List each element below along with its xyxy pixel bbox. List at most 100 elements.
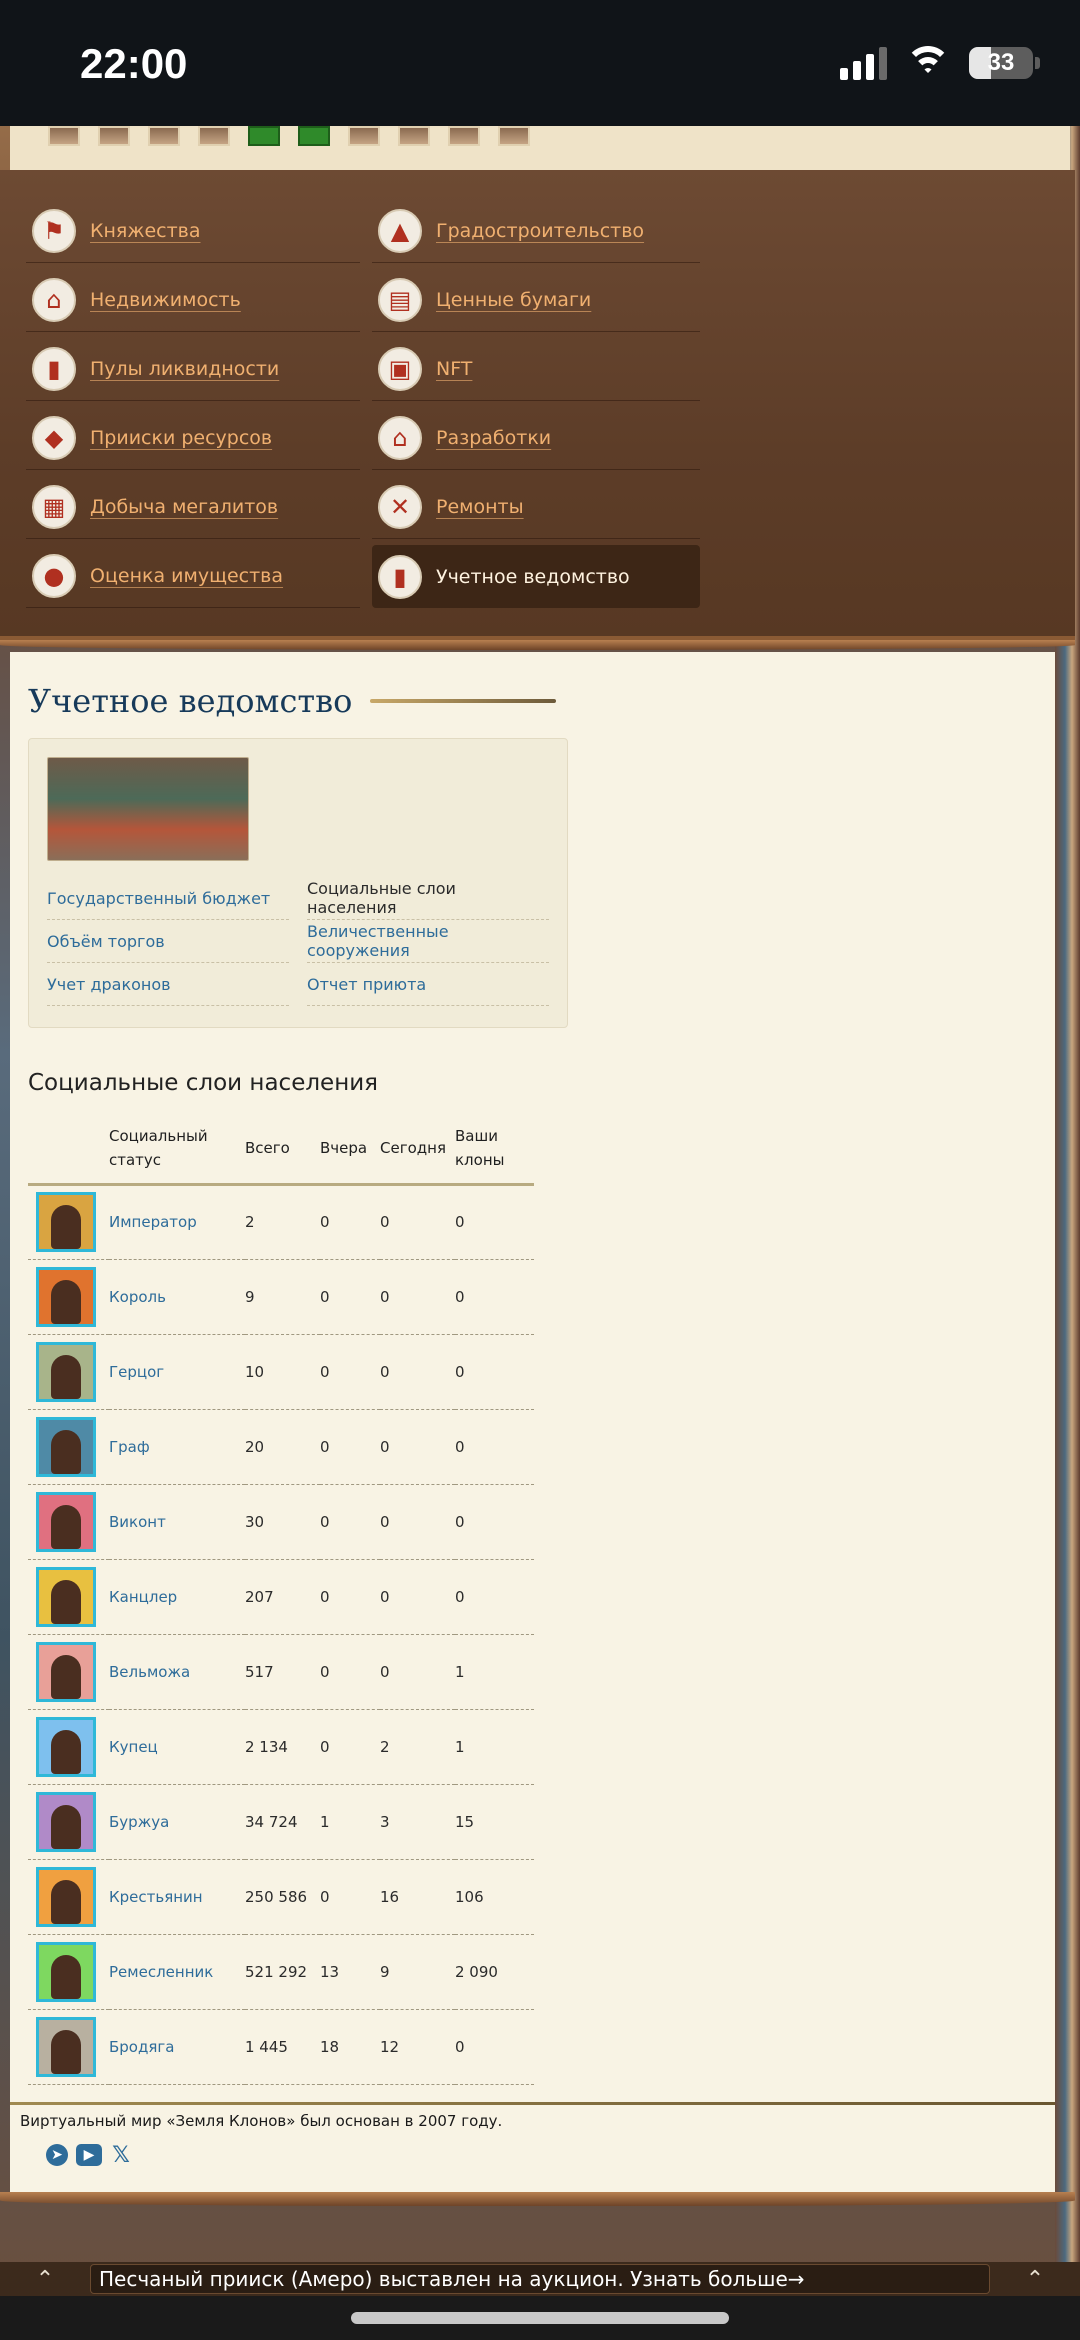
mini-avatar[interactable]: [498, 126, 530, 146]
avatar[interactable]: [36, 1641, 96, 1702]
stone-blocks-icon: ▦: [32, 485, 76, 529]
ticker-message[interactable]: Песчаный прииск (Амеро) выставлен на аук…: [90, 2264, 990, 2294]
mini-avatar[interactable]: [448, 126, 480, 146]
table-row: Крестьянин 250 586 0 16 106: [28, 1859, 534, 1935]
report-link: Социальные слои населения: [307, 877, 549, 920]
table-body: Император 2 0 0 0 Король 9 0 0 0 Герцог 10 0 0 0 Граф 20…: [28, 1184, 534, 2085]
yours-cell: 1: [455, 1634, 534, 1710]
menu-item[interactable]: ⌂ Недвижимость: [26, 269, 360, 332]
footer-text: Виртуальный мир «Земля Клонов» был основ…: [20, 2112, 503, 2130]
status-link[interactable]: Ремесленник: [109, 1963, 213, 1981]
status-link[interactable]: Виконт: [109, 1513, 166, 1531]
population-table: Социальный статус Всего Вчера Сегодня Ва…: [28, 1122, 534, 2085]
mini-avatar[interactable]: [148, 126, 180, 146]
yours-cell: 0: [455, 1184, 534, 1260]
mini-avatar[interactable]: [348, 126, 380, 146]
report-link[interactable]: Государственный бюджет: [47, 877, 289, 920]
menu-item[interactable]: ▦ Добыча мегалитов: [26, 476, 360, 539]
report-link[interactable]: Учет драконов: [47, 963, 289, 1006]
status-link[interactable]: Король: [109, 1288, 166, 1306]
yesterday-cell: 0: [320, 1634, 380, 1710]
mini-avatar[interactable]: [48, 126, 80, 146]
portrait-figure: [51, 2029, 81, 2074]
menu-item-label: Градостроительство: [436, 220, 645, 242]
menu-item[interactable]: ● Оценка имущества: [26, 545, 360, 608]
accounting-card: Государственный бюджет Социальные слои на…: [28, 738, 568, 1028]
avatar[interactable]: [36, 1416, 96, 1477]
nft-icon: ▣: [378, 347, 422, 391]
avatar[interactable]: [36, 1866, 96, 1927]
menu-item[interactable]: ▮ Пулы ликвидности: [26, 338, 360, 401]
avatar[interactable]: [36, 1341, 96, 1402]
menu-item[interactable]: ⌂ Разработки: [372, 407, 700, 470]
total-cell: 1 445: [245, 2009, 320, 2085]
total-cell: 2 134: [245, 1709, 320, 1785]
menu-item[interactable]: ✕ Ремонты: [372, 476, 700, 539]
report-link[interactable]: Отчет приюта: [307, 963, 549, 1006]
status-link[interactable]: Вельможа: [109, 1663, 190, 1681]
avatar-cell: [28, 1784, 109, 1860]
status-link[interactable]: Герцог: [109, 1363, 164, 1381]
telegram-icon[interactable]: ➤: [46, 2144, 68, 2166]
menu-item[interactable]: ▲ Градостроительство: [372, 200, 700, 263]
menu-item[interactable]: ▮ Учетное ведомство: [372, 545, 700, 608]
status-cell: Вельможа: [109, 1634, 245, 1710]
mine-icon: ⌂: [378, 416, 422, 460]
mini-avatar[interactable]: [398, 126, 430, 146]
menu-item-label: Пулы ликвидности: [90, 358, 280, 380]
status-link[interactable]: Канцлер: [109, 1588, 177, 1606]
status-link[interactable]: Купец: [109, 1738, 158, 1756]
menu-item[interactable]: ▤ Ценные бумаги: [372, 269, 700, 332]
avatar[interactable]: [36, 1192, 96, 1252]
menu-item[interactable]: ◆ Прииски ресурсов: [26, 407, 360, 470]
content-area: Учетное ведомство Государственный бюджет…: [10, 652, 1055, 2192]
menu-item-label: Ценные бумаги: [436, 289, 592, 311]
status-link[interactable]: Граф: [109, 1438, 150, 1456]
avatar-cell: [28, 1709, 109, 1785]
status-cell: Канцлер: [109, 1559, 245, 1635]
table-row: Король 9 0 0 0: [28, 1259, 534, 1335]
menu-item[interactable]: ⚑ Княжества: [26, 200, 360, 263]
status-link[interactable]: Буржуа: [109, 1813, 169, 1831]
table-row: Герцог 10 0 0 0: [28, 1334, 534, 1410]
avatar[interactable]: [36, 1941, 96, 2002]
avatar[interactable]: [36, 1491, 96, 1552]
mini-avatar-question[interactable]: [248, 126, 280, 146]
yours-cell: 0: [455, 1334, 534, 1410]
mini-avatar[interactable]: [198, 126, 230, 146]
home-indicator[interactable]: [351, 2312, 729, 2324]
status-cell: Король: [109, 1259, 245, 1335]
yesterday-cell: 18: [320, 2009, 380, 2085]
home-bar-area: [0, 2296, 1080, 2340]
coins-icon: ●: [32, 554, 76, 598]
header-avatar: [28, 1122, 109, 1186]
avatar[interactable]: [36, 1266, 96, 1327]
youtube-icon[interactable]: ▶: [76, 2144, 102, 2166]
avatar[interactable]: [36, 2016, 96, 2077]
mini-avatar-question[interactable]: [298, 126, 330, 146]
avatar[interactable]: [36, 1716, 96, 1777]
avatar[interactable]: [36, 1566, 96, 1627]
chevron-up-icon[interactable]: ⌃: [990, 2267, 1080, 2292]
x-icon[interactable]: 𝕏: [110, 2143, 132, 2168]
menu-item-label: Добыча мегалитов: [90, 496, 279, 518]
total-cell: 34 724: [245, 1784, 320, 1860]
portrait-figure: [51, 1954, 81, 1999]
yesterday-cell: 0: [320, 1259, 380, 1335]
chevron-up-icon[interactable]: ⌃: [0, 2267, 90, 2292]
status-link[interactable]: Император: [109, 1213, 197, 1231]
mini-avatar[interactable]: [98, 126, 130, 146]
menu-item[interactable]: ▣ NFT: [372, 338, 700, 401]
report-link[interactable]: Величественные сооружения: [307, 920, 549, 963]
today-cell: 0: [380, 1634, 455, 1710]
report-link[interactable]: Объём торгов: [47, 920, 289, 963]
total-cell: 2: [245, 1184, 320, 1260]
portrait-figure: [51, 1879, 81, 1924]
yours-cell: 1: [455, 1709, 534, 1785]
flag-icon: ⚑: [32, 209, 76, 253]
total-cell: 20: [245, 1409, 320, 1485]
portrait-figure: [51, 1205, 81, 1249]
status-link[interactable]: Бродяга: [109, 2038, 174, 2056]
status-link[interactable]: Крестьянин: [109, 1888, 203, 1906]
avatar[interactable]: [36, 1791, 96, 1852]
